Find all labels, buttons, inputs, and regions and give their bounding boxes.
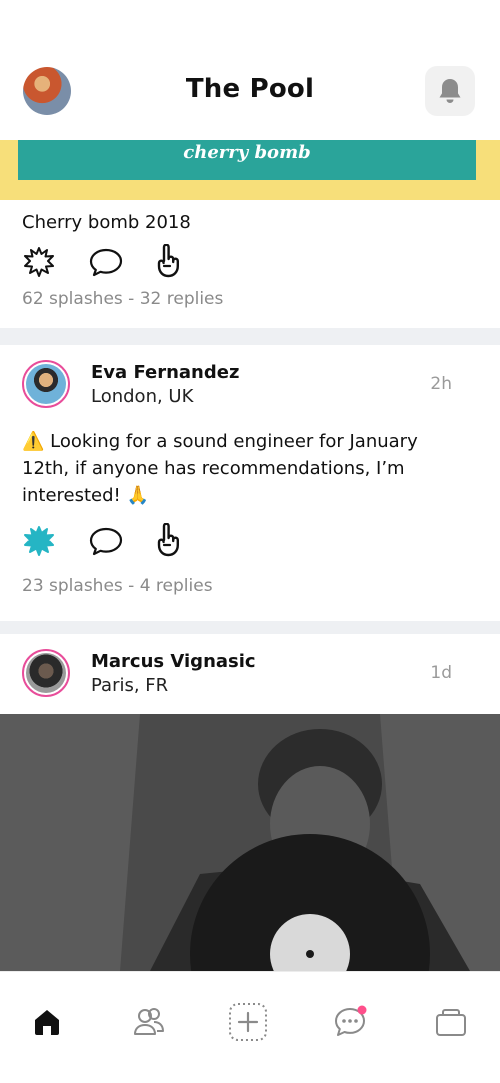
post-stats[interactable]: 62 splashes - 32 replies [22, 289, 223, 309]
app-header: The Pool [0, 0, 500, 140]
hand-icon [157, 244, 179, 278]
post-caption: Cherry bomb 2018 [22, 212, 191, 233]
reply-button[interactable] [88, 521, 154, 561]
post-card: Eva Fernandez London, UK 2h ⚠️ Looking f… [0, 345, 500, 621]
author-avatar[interactable] [22, 360, 70, 408]
author-location: Paris, FR [91, 675, 169, 696]
bell-icon [439, 79, 461, 103]
post-card: Marcus Vignasic Paris, FR 1d [0, 634, 500, 714]
photo-illustration [0, 714, 500, 971]
author-name[interactable]: Marcus Vignasic [91, 651, 256, 672]
post-time: 1d [430, 663, 452, 683]
add-icon [229, 1003, 267, 1041]
post-actions [22, 521, 220, 561]
splash-icon [24, 247, 54, 277]
post-image[interactable] [0, 714, 500, 971]
splash-filled-icon [24, 526, 54, 556]
post-time: 2h [430, 374, 452, 394]
feed-divider [0, 328, 500, 345]
post-actions [22, 242, 220, 282]
messages-icon [335, 1005, 367, 1036]
feed-divider [0, 621, 500, 634]
nav-people[interactable] [129, 1002, 169, 1042]
post-image[interactable]: cherry bomb [0, 140, 500, 200]
bottom-nav [0, 971, 500, 1083]
home-icon [35, 1010, 59, 1035]
nav-home[interactable] [27, 1002, 67, 1042]
comment-icon [89, 248, 123, 277]
reply-button[interactable] [88, 242, 154, 282]
rock-button[interactable] [154, 521, 220, 561]
portfolio-icon [436, 1009, 466, 1036]
rock-button[interactable] [154, 242, 220, 282]
people-icon [134, 1008, 164, 1035]
author-avatar[interactable] [22, 649, 70, 697]
unread-badge [357, 1005, 367, 1015]
notifications-button[interactable] [425, 66, 475, 116]
post-card: Cherry bomb 2018 62 splashes - 32 replie… [0, 200, 500, 328]
splash-button[interactable] [22, 521, 88, 561]
post-stats[interactable]: 23 splashes - 4 replies [22, 576, 213, 596]
author-location: London, UK [91, 386, 194, 407]
banner-text: cherry bomb [18, 140, 476, 180]
hand-icon [157, 523, 179, 557]
post-text: ⚠️ Looking for a sound engineer for Janu… [22, 431, 418, 506]
splash-button[interactable] [22, 242, 88, 282]
nav-portfolio[interactable] [431, 1002, 471, 1042]
author-name[interactable]: Eva Fernandez [91, 362, 239, 383]
comment-icon [89, 527, 123, 556]
nav-add[interactable] [228, 1002, 268, 1042]
nav-messages[interactable] [330, 1002, 370, 1042]
